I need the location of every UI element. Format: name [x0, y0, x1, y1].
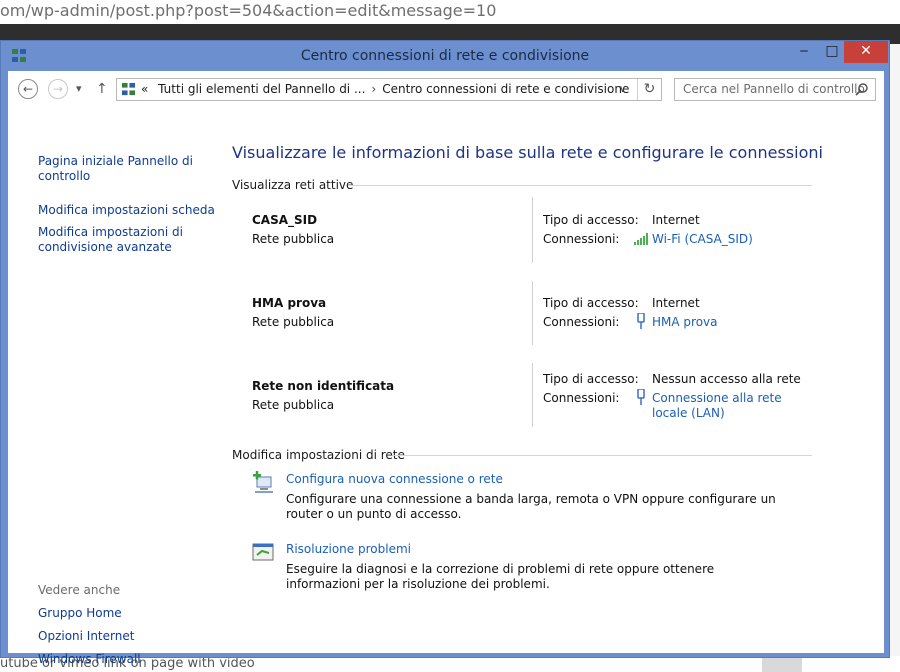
search-placeholder: Cerca nel Pannello di controllo	[683, 82, 865, 96]
homegroup-link[interactable]: Gruppo Home	[38, 606, 122, 621]
access-type-value: Internet	[652, 213, 700, 227]
refresh-button[interactable]: ↻	[637, 79, 661, 100]
active-networks-rule	[348, 185, 812, 186]
network-divider	[532, 281, 533, 345]
network-name: Rete non identificata	[252, 379, 395, 393]
internet-options-link[interactable]: Opzioni Internet	[38, 629, 134, 644]
address-dropdown-button[interactable]: ∨	[619, 79, 626, 100]
network-settings-heading: Modifica impostazioni di rete	[232, 448, 405, 462]
see-also-heading: Vedere anche	[38, 583, 121, 597]
breadcrumb-separator[interactable]: ›	[365, 82, 382, 96]
network-divider	[532, 197, 533, 263]
access-type-label: Tipo di accesso:	[543, 372, 639, 386]
access-type-label: Tipo di accesso:	[543, 213, 639, 227]
setup-connection-description: Configurare una connessione a banda larg…	[286, 492, 776, 521]
search-input[interactable]: Cerca nel Pannello di controllo	[674, 78, 876, 101]
page-title: Visualizzare le informazioni di base sul…	[232, 143, 823, 162]
troubleshoot-icon	[252, 543, 274, 561]
control-panel-icon	[121, 82, 136, 96]
control-panel-home-link[interactable]: Pagina iniziale Pannello di controllo	[38, 154, 198, 184]
network-settings-rule	[392, 455, 812, 456]
window-client: ← → ▾ ↑ « Tutti gli elementi del Pannell…	[8, 71, 884, 666]
setup-connection-link[interactable]: Configura nuova connessione o rete	[286, 472, 503, 486]
advanced-sharing-settings-link[interactable]: Modifica impostazioni di condivisione av…	[38, 225, 188, 255]
connections-label: Connessioni:	[543, 391, 620, 405]
maximize-button[interactable]: □	[819, 41, 845, 63]
windows-firewall-link[interactable]: Windows Firewall	[38, 652, 141, 667]
breadcrumb-network-center[interactable]: Centro connessioni di rete e condivision…	[382, 82, 629, 96]
navigation-bar: ← → ▾ ↑ « Tutti gli elementi del Pannell…	[8, 71, 884, 107]
breadcrumb: « Tutti gli elementi del Pannello di ...…	[141, 79, 629, 100]
forward-button[interactable]: →	[48, 79, 68, 99]
title-bar[interactable]: Centro connessioni di rete e condivision…	[1, 41, 889, 71]
network-category-link[interactable]: Rete pubblica	[252, 315, 334, 329]
network-name: CASA_SID	[252, 213, 318, 227]
address-bar[interactable]: « Tutti gli elementi del Pannello di ...…	[116, 78, 662, 101]
network-adapter-icon	[637, 313, 645, 329]
access-type-value: Internet	[652, 296, 700, 310]
access-type-value: Nessun accesso alla rete	[652, 372, 801, 386]
new-connection-icon	[253, 471, 273, 493]
search-icon[interactable]	[855, 82, 869, 96]
wifi-signal-icon	[634, 233, 648, 245]
connections-label: Connessioni:	[543, 315, 620, 329]
change-adapter-settings-link[interactable]: Modifica impostazioni scheda	[38, 203, 218, 218]
close-button[interactable]: ✕	[844, 41, 888, 63]
network-adapter-icon	[637, 389, 645, 405]
network-category-link[interactable]: Rete pubblica	[252, 232, 334, 246]
troubleshoot-description: Eseguire la diagnosi e la correzione di …	[286, 562, 715, 591]
lan-connection-link[interactable]: Connessione alla rete locale (LAN)	[652, 391, 812, 421]
network-divider	[532, 363, 533, 427]
troubleshoot-link[interactable]: Risoluzione problemi	[286, 542, 411, 556]
back-button[interactable]: ←	[18, 79, 38, 99]
network-name: HMA prova	[252, 296, 327, 310]
connections-label: Connessioni:	[543, 232, 620, 246]
recent-locations-button[interactable]: ▾	[76, 79, 82, 99]
window-title: Centro connessioni di rete e condivision…	[300, 48, 590, 64]
hma-connection-link[interactable]: HMA prova	[652, 315, 717, 330]
browser-url-text: om/wp-admin/post.php?post=504&action=edi…	[0, 0, 900, 22]
access-type-label: Tipo di accesso:	[543, 296, 639, 310]
background-bottom-block	[762, 656, 802, 672]
breadcrumb-all-items[interactable]: Tutti gli elementi del Pannello di ...	[152, 82, 365, 96]
breadcrumb-overflow[interactable]: «	[141, 82, 148, 96]
network-center-window: Centro connessioni di rete e condivision…	[0, 40, 890, 666]
network-category-link[interactable]: Rete pubblica	[252, 398, 334, 412]
up-button[interactable]: ↑	[96, 79, 108, 99]
active-networks-heading: Visualizza reti attive	[232, 178, 354, 192]
wifi-connection-link[interactable]: Wi-Fi (CASA_SID)	[652, 232, 753, 247]
minimize-button[interactable]: ‒	[791, 41, 817, 63]
